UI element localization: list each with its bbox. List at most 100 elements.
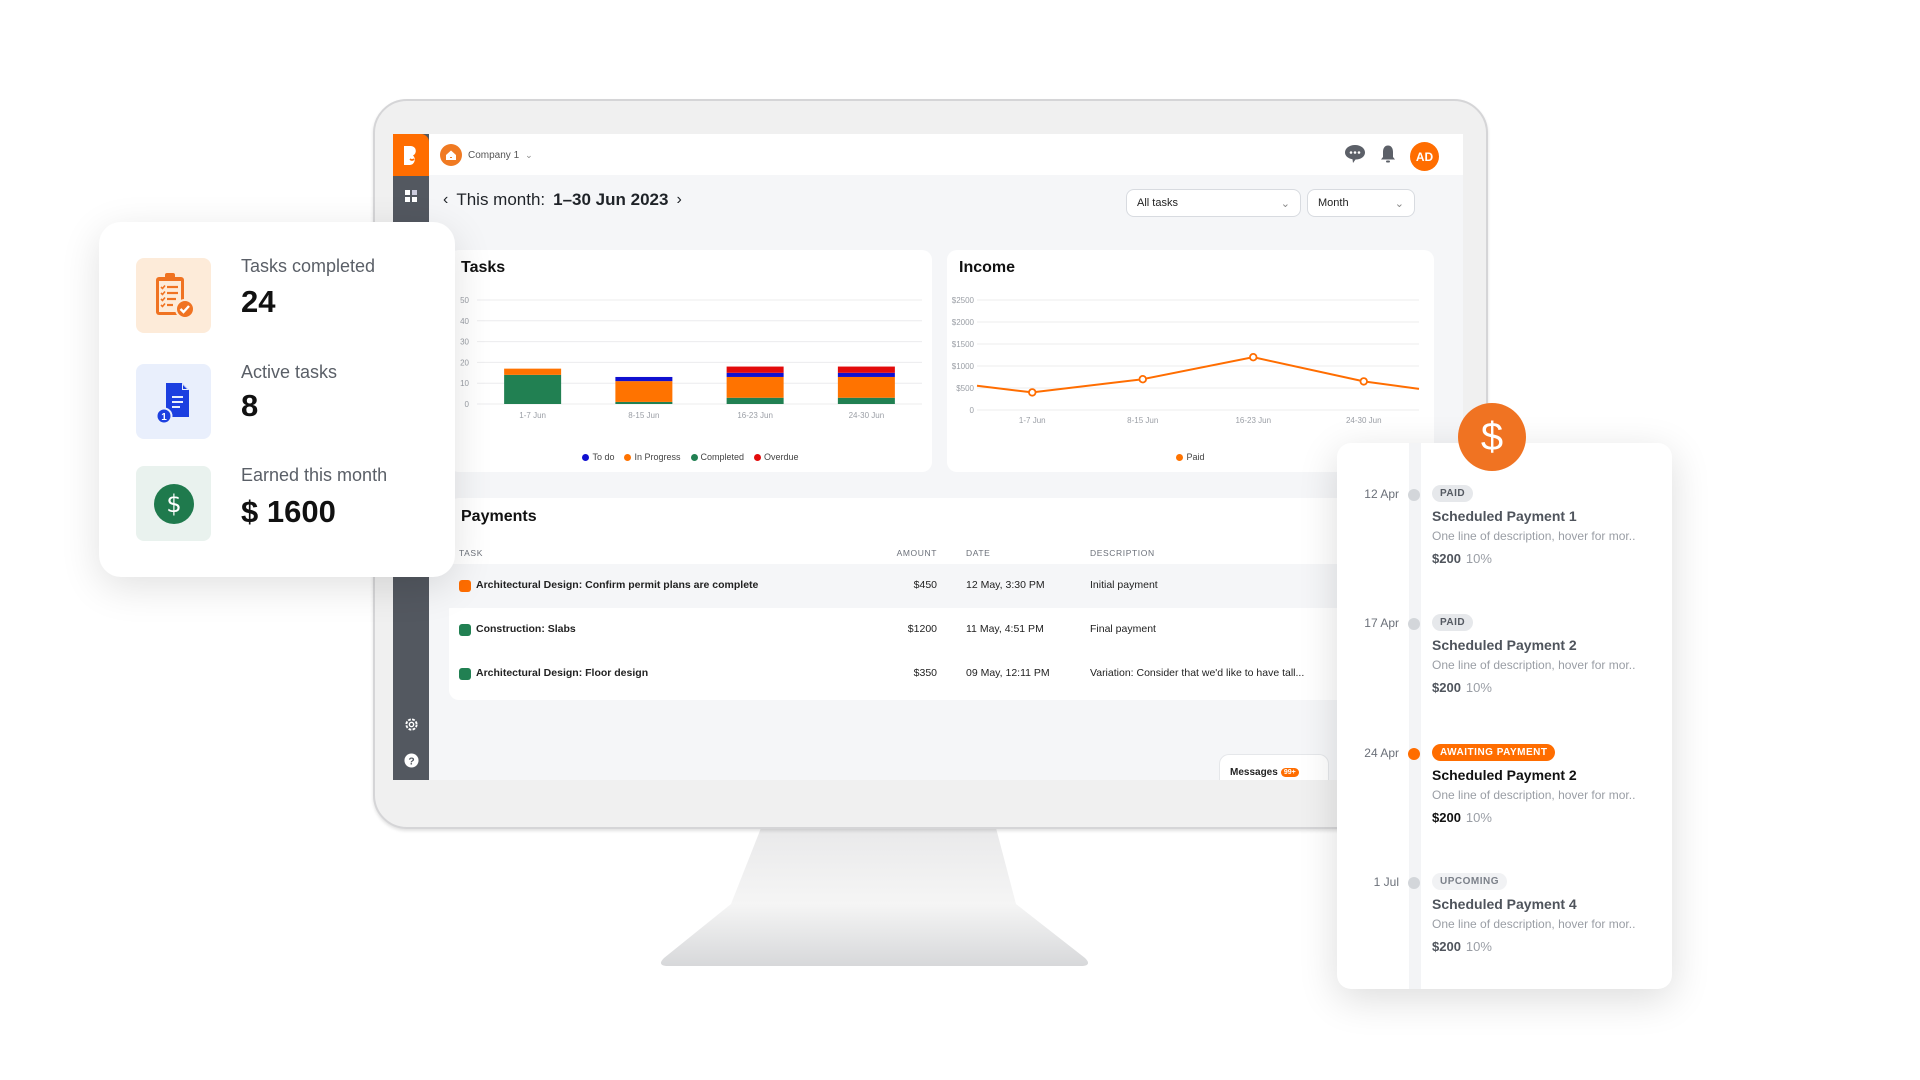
- amount-value: $200: [1432, 939, 1461, 954]
- payment-description: Variation: Consider that we'd like to ha…: [1090, 667, 1305, 679]
- payment-title: Scheduled Payment 2: [1432, 637, 1577, 653]
- tasks-legend: To do In Progress Completed Overdue: [449, 452, 932, 462]
- payments-title: Payments: [461, 508, 537, 525]
- timeline-dot-icon: [1408, 877, 1420, 889]
- range-filter-select[interactable]: Month ⌄: [1307, 189, 1415, 217]
- y-tick-label: 50: [460, 296, 469, 305]
- amount-value: $200: [1432, 810, 1461, 825]
- settings-gear-icon[interactable]: [393, 710, 429, 738]
- amount-percent: 10%: [1465, 810, 1492, 825]
- payment-date: 09 May, 12:11 PM: [966, 667, 1050, 679]
- svg-text:$: $: [166, 490, 181, 518]
- column-header-date: DATE: [966, 548, 991, 558]
- timeline-item[interactable]: 24 Apr AWAITING PAYMENT Scheduled Payment …: [1337, 744, 1672, 866]
- help-icon[interactable]: ?: [393, 746, 429, 774]
- payment-row[interactable]: Architectural Design: Floor design $350 09…: [449, 652, 1463, 696]
- payment-row[interactable]: Architectural Design: Confirm permit pla…: [449, 564, 1463, 608]
- scheduled-payments-timeline: 12 Apr PAID Scheduled Payment 1 One line of…: [1337, 443, 1672, 989]
- payment-description: Initial payment: [1090, 579, 1158, 591]
- y-tick-label: $1000: [952, 362, 975, 371]
- data-point: [1359, 377, 1368, 386]
- document-badge-icon: 1: [136, 364, 211, 439]
- app-logo[interactable]: [393, 134, 429, 176]
- dollar-badge-icon: $: [1458, 403, 1526, 471]
- column-header-description: DESCRIPTION: [1090, 548, 1155, 558]
- bar-segment-overdue: [837, 366, 895, 373]
- timeline-item[interactable]: 1 Jul UPCOMING Scheduled Payment 4 One line…: [1337, 873, 1672, 995]
- company-name: Company 1: [468, 149, 520, 161]
- previous-period-chevron-icon[interactable]: ‹: [443, 191, 448, 209]
- legend-item-todo[interactable]: To do: [582, 452, 614, 462]
- payment-description: One line of description, hover for mor..: [1432, 788, 1636, 802]
- app-screen: ? Company 1 ⌄ AD ‹ This month: 1–30 Jun …: [393, 134, 1463, 780]
- x-tick-label: 16-23 Jun: [1235, 416, 1271, 425]
- y-tick-label: 30: [460, 338, 469, 347]
- payment-amount: $200 10%: [1432, 680, 1492, 695]
- chevron-down-icon: ⌄: [1394, 197, 1404, 210]
- y-tick-label: $500: [956, 384, 974, 393]
- chevron-down-icon: ⌄: [525, 149, 533, 160]
- y-tick-label: $1500: [952, 340, 975, 349]
- stats-summary-card: Tasks completed 24 1 Active tasks 8 $ Ea…: [99, 222, 455, 577]
- next-period-chevron-icon[interactable]: ›: [676, 191, 681, 209]
- period-navigator: ‹ This month: 1–30 Jun 2023 ›: [443, 190, 682, 210]
- payment-date: 11 May, 4:51 PM: [966, 623, 1044, 635]
- timeline-date: 24 Apr: [1364, 746, 1399, 760]
- payment-description: Final payment: [1090, 623, 1156, 635]
- tasks-filter-value: All tasks: [1137, 197, 1178, 209]
- legend-item-completed[interactable]: Completed: [690, 452, 744, 462]
- payment-description: One line of description, hover for mor..: [1432, 917, 1636, 931]
- task-color-marker: [459, 668, 471, 680]
- y-tick-label: 40: [460, 317, 469, 326]
- x-tick-label: 8-15 Jun: [1127, 416, 1158, 425]
- bar-segment-in-progress: [615, 381, 673, 402]
- x-tick-label: 16-23 Jun: [737, 411, 773, 420]
- user-avatar[interactable]: AD: [1410, 142, 1439, 171]
- company-home-icon: [440, 144, 462, 166]
- messages-tab[interactable]: Messages 99+: [1219, 754, 1329, 780]
- tasks-bar-chart: 0 10 20 30 40 50 1-7 Jun 8-15 Jun 16-23 Jun 24-30…: [460, 296, 922, 420]
- income-line: [976, 356, 1420, 394]
- y-tick-label: 0: [970, 406, 975, 415]
- payment-amount: $200 10%: [1432, 551, 1492, 566]
- tasks-filter-select[interactable]: All tasks ⌄: [1126, 189, 1301, 217]
- bar-segment-to-do: [615, 376, 673, 382]
- x-tick-label: 24-30 Jun: [849, 411, 885, 420]
- timeline-item[interactable]: 12 Apr PAID Scheduled Payment 1 One line of…: [1337, 485, 1672, 607]
- payment-amount: $450: [913, 579, 937, 591]
- timeline-date: 12 Apr: [1364, 487, 1399, 501]
- y-tick-label: $2500: [952, 296, 975, 305]
- bar-segment-in-progress: [726, 376, 784, 398]
- payment-amount: $350: [913, 667, 937, 679]
- stat-label-active-tasks: Active tasks: [241, 362, 338, 382]
- stat-value-earned-this-month: $ 1600: [241, 494, 336, 529]
- bar-segment-to-do: [726, 372, 784, 377]
- x-tick-label: 24-30 Jun: [1346, 416, 1382, 425]
- amount-percent: 10%: [1465, 680, 1492, 695]
- y-tick-label: $2000: [952, 318, 975, 327]
- payment-task: Architectural Design: Confirm permit pla…: [476, 579, 759, 591]
- svg-text:?: ?: [408, 756, 414, 767]
- status-badge: PAID: [1432, 485, 1474, 502]
- period-prefix: This month:: [456, 190, 546, 209]
- legend-item-paid[interactable]: Paid: [1176, 452, 1205, 462]
- payment-amount: $1200: [907, 623, 937, 635]
- timeline-item[interactable]: 17 Apr PAID Scheduled Payment 2 One line of…: [1337, 614, 1672, 736]
- chat-icon[interactable]: [1344, 144, 1366, 169]
- column-header-task: TASK: [459, 548, 483, 558]
- dashboard-icon[interactable]: [393, 182, 429, 210]
- range-filter-value: Month: [1318, 197, 1349, 209]
- stat-label-tasks-completed: Tasks completed: [241, 256, 376, 276]
- company-switcher[interactable]: Company 1 ⌄: [440, 144, 533, 166]
- y-tick-label: 20: [460, 358, 469, 367]
- legend-item-overdue[interactable]: Overdue: [754, 452, 799, 462]
- bell-icon[interactable]: [1380, 144, 1396, 169]
- bar-segment-completed: [837, 397, 895, 404]
- timeline-date: 1 Jul: [1373, 875, 1399, 889]
- payment-amount: $200 10%: [1432, 939, 1492, 954]
- legend-item-in-progress[interactable]: In Progress: [624, 452, 681, 462]
- messages-label: Messages: [1230, 767, 1278, 778]
- status-badge: AWAITING PAYMENT: [1432, 744, 1556, 761]
- header-actions: AD: [1344, 142, 1439, 171]
- payment-row[interactable]: Construction: Slabs $1200 11 May, 4:51 PM F…: [449, 608, 1463, 652]
